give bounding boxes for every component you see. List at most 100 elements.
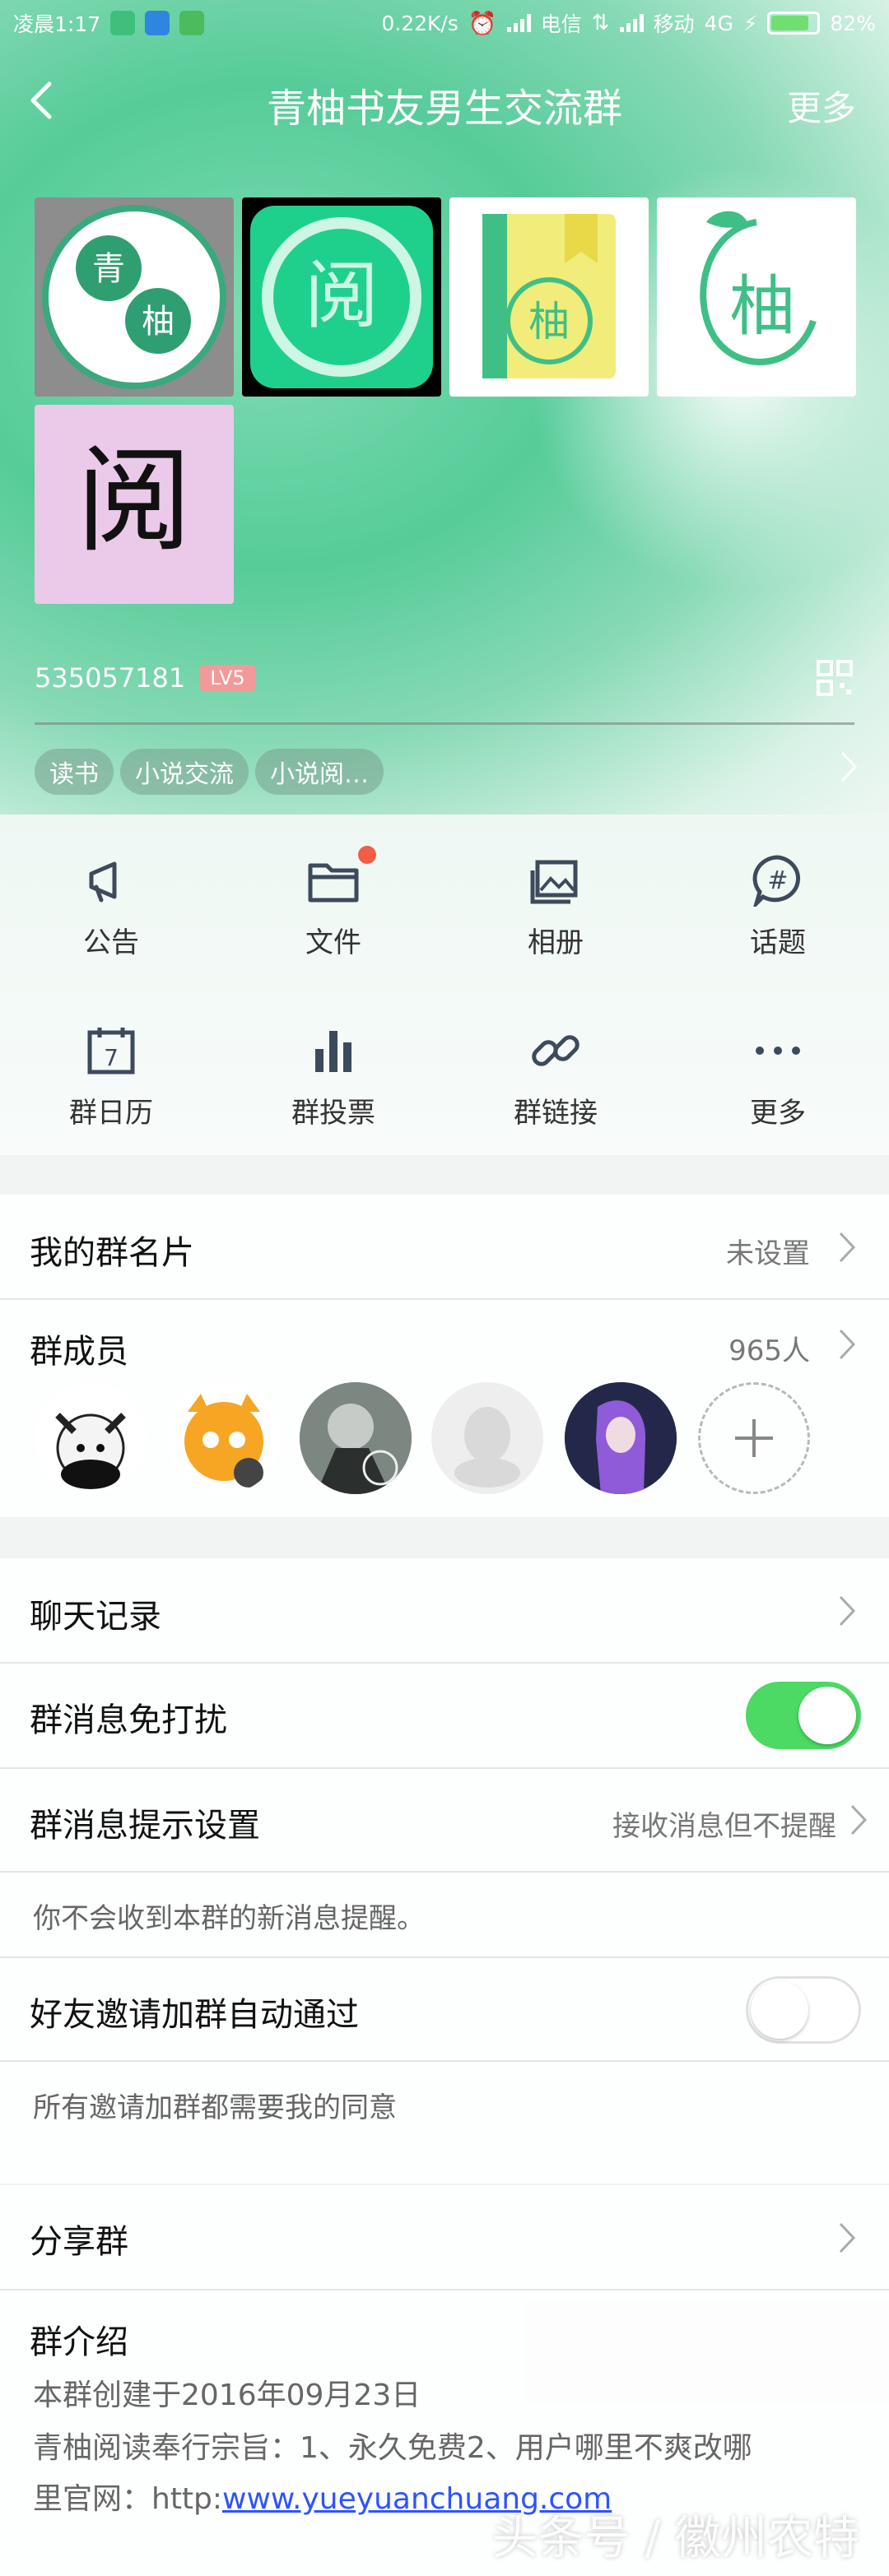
group-number: 535057181 — [35, 662, 186, 694]
mute-toggle[interactable] — [746, 1682, 861, 1749]
group-avatar-1[interactable]: 青 柚 — [35, 197, 234, 397]
tag-1[interactable]: 读书 — [35, 749, 114, 795]
feature-label: 群投票 — [291, 1097, 375, 1130]
feature-label: 相册 — [528, 926, 584, 959]
alarm-icon: ⏰ — [468, 9, 497, 37]
chat-history-row[interactable]: 聊天记录 — [0, 1558, 889, 1662]
notify-hint: 你不会收到本群的新消息提醒。 — [33, 1902, 425, 1935]
plus-icon — [735, 1419, 773, 1457]
feature-album[interactable]: 相册 — [444, 815, 667, 979]
navigation-bar: 青柚书友男生交流群 更多 — [0, 58, 889, 148]
feature-label: 群日历 — [69, 1097, 153, 1130]
feature-topics[interactable]: # 话题 — [667, 815, 889, 979]
auto-join-toggle[interactable] — [746, 1976, 861, 2044]
toggle-knob — [798, 1687, 856, 1744]
notify-setting-row[interactable]: 群消息提示设置 接收消息但不提醒 — [0, 1769, 889, 1871]
tag-3[interactable]: 小说阅… — [255, 749, 384, 795]
group-tags[interactable]: 读书 小说交流 小说阅… — [35, 749, 384, 795]
auto-join-hint: 所有邀请加群都需要我的同意 — [33, 2091, 397, 2124]
carrier-2: 移动 — [653, 12, 695, 36]
mute-row: 群消息免打扰 — [0, 1664, 889, 1767]
chevron-right-icon[interactable] — [840, 750, 858, 783]
feature-more[interactable]: 更多 — [667, 985, 889, 1149]
calendar-icon: 7 — [87, 1028, 135, 1074]
row-title: 好友邀请加群自动通过 — [30, 1996, 359, 2034]
page-title: 青柚书友男生交流群 — [266, 86, 622, 132]
divider — [0, 1871, 889, 1873]
network-type: 4G — [704, 11, 733, 35]
feature-label: 更多 — [750, 1097, 806, 1130]
feature-label: 群链接 — [514, 1097, 598, 1130]
feature-calendar[interactable]: 7 群日历 — [0, 985, 222, 1149]
header-divider — [35, 722, 854, 725]
calendar-day: 7 — [104, 1044, 119, 1071]
member-avatar[interactable] — [431, 1382, 543, 1494]
member-avatar[interactable] — [300, 1382, 412, 1494]
row-title: 分享群 — [30, 2223, 128, 2261]
qr-code-icon[interactable] — [815, 658, 854, 698]
group-avatar-3[interactable]: 柚 — [449, 197, 649, 397]
avatar-4-char: 柚 — [729, 268, 795, 345]
album-icon — [530, 860, 578, 904]
link-icon — [532, 1035, 579, 1066]
more-button[interactable]: 更多 — [787, 81, 856, 131]
watermark: 头条号 / 徽州农特 — [491, 2512, 859, 2565]
profile-section: 我的群名片 未设置 群成员 965人 — [0, 1195, 889, 1517]
members-row[interactable]: 群成员 965人 — [0, 1300, 889, 1517]
signal-icon — [506, 14, 531, 32]
feature-label: 话题 — [750, 926, 806, 959]
member-avatar[interactable] — [565, 1382, 677, 1494]
row-value: 未设置 — [726, 1237, 810, 1270]
intro-title: 群介绍 — [30, 2323, 128, 2361]
row-title: 我的群名片 — [30, 1234, 194, 1272]
divider — [0, 2060, 889, 2062]
add-member-button[interactable] — [698, 1382, 810, 1494]
member-count: 965人 — [728, 1334, 810, 1367]
data-transfer-icon: ⇅ — [591, 11, 610, 35]
feature-label: 文件 — [305, 926, 361, 959]
avatar-5-char: 阅 — [77, 434, 192, 569]
group-avatar-2[interactable]: 阅 — [242, 197, 441, 397]
battery-app-icon — [179, 11, 205, 35]
chevron-right-icon — [839, 1595, 856, 1627]
divider — [0, 2289, 889, 2291]
avatar-1-char-1: 青 — [92, 250, 125, 288]
carrier-1: 电信 — [540, 12, 582, 36]
network-speed: 0.22K/s — [381, 11, 458, 35]
group-avatar-5[interactable]: 阅 — [35, 405, 234, 604]
row-title: 群消息免打扰 — [30, 1701, 227, 1739]
signal-icon-2 — [619, 14, 644, 32]
svg-text:#: # — [767, 866, 788, 895]
battery-icon — [767, 12, 821, 35]
tag-2[interactable]: 小说交流 — [120, 749, 249, 795]
vote-icon — [315, 1031, 351, 1072]
feature-announcement[interactable]: 公告 — [0, 815, 222, 979]
shield-app-icon — [110, 11, 136, 35]
chevron-right-icon — [839, 2222, 856, 2253]
auto-join-row: 好友邀请加群自动通过 — [0, 1958, 889, 2060]
row-value: 接收消息但不提醒 — [612, 1810, 836, 1843]
row-title: 群成员 — [30, 1333, 128, 1371]
feature-vote[interactable]: 群投票 — [222, 985, 444, 1149]
member-avatar[interactable] — [35, 1382, 147, 1494]
cloud-app-icon — [145, 11, 170, 35]
row-title: 聊天记录 — [30, 1598, 161, 1636]
megaphone-icon — [89, 861, 117, 903]
avatar-2-char: 阅 — [305, 253, 379, 339]
more-icon — [756, 1047, 800, 1055]
chevron-right-icon — [850, 1804, 868, 1836]
feature-link[interactable]: 群链接 — [444, 985, 667, 1149]
group-id-row: 535057181 LV5 — [35, 662, 255, 694]
group-avatar-4[interactable]: 柚 — [657, 197, 856, 397]
group-level-badge: LV5 — [200, 665, 255, 691]
unread-dot — [358, 846, 376, 864]
status-bar: 凌晨1:17 0.22K/s ⏰ 电信 ⇅ 移动 4G ⚡ 82% — [0, 0, 889, 46]
row-title: 群消息提示设置 — [30, 1807, 260, 1845]
toggle-knob — [751, 1981, 808, 2039]
feature-grid: 公告 文件 相册 # 话题 7 群日历 群投票 群链接 更多 — [0, 815, 889, 1155]
feature-files[interactable]: 文件 — [222, 815, 444, 979]
group-card-row[interactable]: 我的群名片 未设置 — [0, 1195, 889, 1298]
share-row[interactable]: 分享群 — [0, 2185, 889, 2289]
status-time: 凌晨1:17 — [13, 12, 101, 36]
member-avatar[interactable] — [168, 1382, 280, 1494]
